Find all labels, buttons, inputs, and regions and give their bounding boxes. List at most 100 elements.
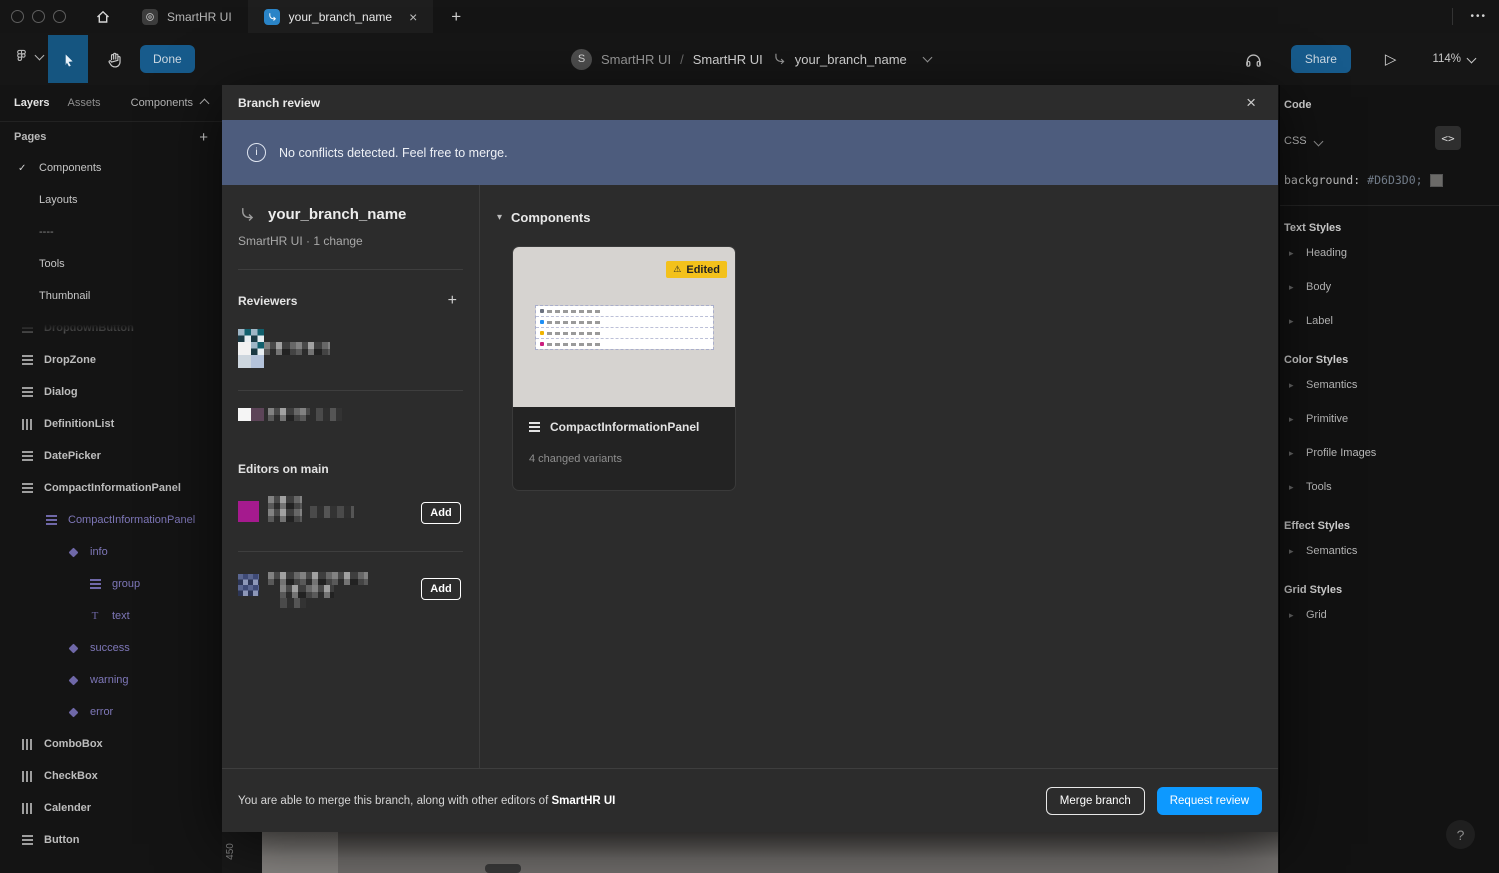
layer-label: success (90, 642, 130, 654)
add-editor-button[interactable]: Add (421, 502, 461, 524)
share-button[interactable]: Share (1291, 45, 1351, 73)
style-item-tools[interactable]: ▸Tools (1280, 470, 1499, 504)
main-menu-button[interactable] (8, 47, 49, 64)
figma-logo-icon (14, 48, 29, 63)
zoom-menu-button[interactable]: 114% (1426, 52, 1481, 66)
code-language-select[interactable]: CSS (1284, 135, 1307, 147)
mode-selector[interactable]: Components (131, 97, 208, 109)
modal-left-panel: your_branch_name SmartHR UI · 1 change R… (222, 185, 480, 768)
layer-info[interactable]: info (0, 536, 222, 568)
pixel-block (268, 496, 302, 522)
style-item-semantics[interactable]: ▸Semantics (1280, 368, 1499, 402)
style-item-primitive[interactable]: ▸Primitive (1280, 402, 1499, 436)
editor-row: Add (238, 572, 463, 606)
breadcrumb-file[interactable]: SmartHR UI (693, 52, 763, 67)
page-item-thumbnail[interactable]: Thumbnail (0, 280, 222, 312)
code-view-toggle[interactable]: <> (1435, 126, 1461, 150)
layer-label: group (112, 578, 140, 590)
home-button[interactable] (88, 0, 118, 33)
layer-button[interactable]: Button (0, 824, 222, 856)
caret-right-icon[interactable]: ▸ (1289, 316, 1306, 327)
caret-right-icon[interactable]: ▸ (1289, 546, 1306, 557)
toolbar-right: Share ▷ 114% (1238, 33, 1499, 85)
info-icon: i (247, 143, 266, 162)
tab-layers[interactable]: Layers (14, 97, 49, 109)
chevron-down-icon[interactable] (922, 53, 932, 63)
style-item-effect-semantics[interactable]: ▸Semantics (1280, 534, 1499, 568)
components-section-toggle[interactable]: ▾ Components (497, 210, 1278, 225)
layer-checkbox[interactable]: CheckBox (0, 760, 222, 792)
style-item-body[interactable]: ▸Body (1280, 270, 1499, 304)
layer-compactinformationpanel[interactable]: CompactInformationPanel (0, 472, 222, 504)
caret-right-icon[interactable]: ▸ (1289, 610, 1306, 621)
more-menu-button[interactable]: ••• (1464, 0, 1493, 33)
color-swatch[interactable] (1430, 174, 1443, 187)
breadcrumb-team[interactable]: SmartHR UI (601, 52, 671, 67)
components-section-title: Components (511, 210, 590, 225)
caret-right-icon[interactable]: ▸ (1289, 282, 1306, 293)
hand-tool-button[interactable] (94, 35, 134, 83)
add-reviewer-button[interactable]: + (442, 291, 463, 311)
new-tab-button[interactable]: + (445, 6, 467, 28)
page-item-divider[interactable]: ---- (0, 216, 222, 248)
layer-success[interactable]: success (0, 632, 222, 664)
page-item-layouts[interactable]: Layouts (0, 184, 222, 216)
close-icon[interactable]: × (1240, 93, 1262, 112)
placeholder-text (547, 332, 603, 335)
style-item-heading[interactable]: ▸Heading (1280, 236, 1499, 270)
placeholder-text (547, 321, 603, 324)
layer-definitionlist[interactable]: DefinitionList (0, 408, 222, 440)
caret-right-icon[interactable]: ▸ (1289, 380, 1306, 391)
canvas[interactable]: 450 (222, 832, 1278, 873)
move-tool-button[interactable] (48, 35, 88, 83)
caret-right-icon[interactable]: ▸ (1289, 248, 1306, 259)
layer-calender[interactable]: Calender (0, 792, 222, 824)
style-label: Semantics (1306, 379, 1357, 391)
request-review-button[interactable]: Request review (1157, 787, 1262, 815)
window-close-icon[interactable] (11, 10, 24, 23)
tab-label: SmartHR UI (167, 10, 232, 24)
tab-smarthr-ui[interactable]: SmartHR UI (126, 0, 248, 33)
add-page-button[interactable]: + (199, 129, 208, 146)
style-item-label[interactable]: ▸Label (1280, 304, 1499, 338)
layer-label: Calender (44, 802, 91, 814)
tab-assets[interactable]: Assets (67, 97, 100, 109)
caret-right-icon[interactable]: ▸ (1289, 448, 1306, 459)
caret-right-icon[interactable]: ▸ (1289, 482, 1306, 493)
check-icon: ✓ (18, 163, 39, 174)
layer-warning[interactable]: warning (0, 664, 222, 696)
layer-combobox[interactable]: ComboBox (0, 728, 222, 760)
avatar[interactable]: S (571, 49, 592, 70)
layer-dropzone[interactable]: DropZone (0, 344, 222, 376)
merge-branch-button[interactable]: Merge branch (1046, 787, 1145, 815)
scrollbar-handle[interactable] (485, 864, 521, 873)
style-item-profile-images[interactable]: ▸Profile Images (1280, 436, 1499, 470)
done-button[interactable]: Done (140, 45, 195, 73)
present-button[interactable]: ▷ (1379, 49, 1403, 69)
audio-button[interactable] (1238, 49, 1269, 70)
layer-compactinformationpanel-child[interactable]: CompactInformationPanel (0, 504, 222, 536)
right-sidebar: Code CSS <> background: #D6D3D0; Text St… (1279, 85, 1499, 873)
window-minimize-icon[interactable] (32, 10, 45, 23)
style-item-grid[interactable]: ▸Grid (1280, 598, 1499, 632)
changed-component-card[interactable]: ⚠ Edited CompactInformationPanel 4 chang… (513, 247, 735, 490)
style-label: Profile Images (1306, 447, 1376, 459)
layer-group[interactable]: group (0, 568, 222, 600)
layer-datepicker[interactable]: DatePicker (0, 440, 222, 472)
close-tab-icon[interactable]: × (409, 10, 417, 24)
page-item-components[interactable]: ✓ Components (0, 152, 222, 184)
window-controls[interactable] (0, 10, 82, 23)
caret-right-icon[interactable]: ▸ (1289, 414, 1306, 425)
help-button[interactable]: ? (1446, 820, 1475, 849)
add-editor-button[interactable]: Add (421, 578, 461, 600)
editor-redacted (238, 572, 421, 606)
layer-dialog[interactable]: Dialog (0, 376, 222, 408)
page-item-tools[interactable]: Tools (0, 248, 222, 280)
tab-your-branch-name[interactable]: your_branch_name × (248, 0, 434, 33)
layer-error[interactable]: error (0, 696, 222, 728)
css-value: #D6D3D0; (1367, 173, 1422, 187)
window-maximize-icon[interactable] (53, 10, 66, 23)
layer-text[interactable]: Ttext (0, 600, 222, 632)
breadcrumb-branch[interactable]: your_branch_name (795, 52, 907, 67)
chevron-down-icon[interactable] (1313, 136, 1323, 146)
